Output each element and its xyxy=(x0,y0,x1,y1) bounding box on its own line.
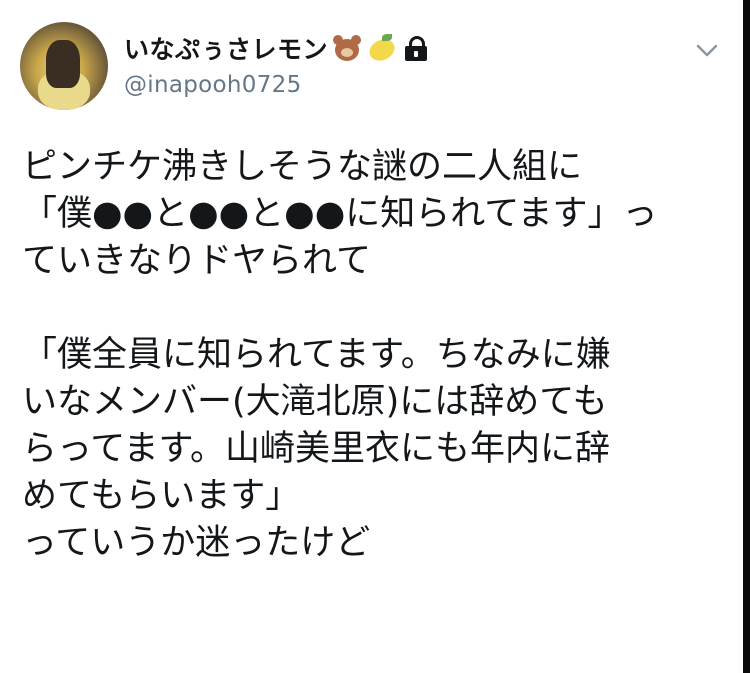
tweet-header: いなぷぅさレモン @inapooh0725 xyxy=(20,22,720,118)
tweet-line: ていきなりドヤられて xyxy=(22,241,371,281)
display-name[interactable]: いなぷぅさレモン xyxy=(124,30,328,66)
tweet-line: 「僕●●と●●と●●に知られてます」っ xyxy=(22,194,658,234)
lock-icon xyxy=(404,34,428,62)
tweet-line: 「僕全員に知られてます。ちなみに嫌 xyxy=(22,335,611,375)
user-names: いなぷぅさレモン @inapooh0725 xyxy=(124,30,428,98)
tweet-line: めてもらいます」 xyxy=(22,476,301,516)
avatar[interactable] xyxy=(20,22,108,110)
tweet-card: いなぷぅさレモン @inapooh0725 ピンチケ沸きしそうな謎の二人組に 「… xyxy=(0,0,743,673)
tweet-text: ピンチケ沸きしそうな謎の二人組に 「僕●●と●●と●●に知られてます」っ ていき… xyxy=(22,144,732,567)
chevron-down-icon[interactable] xyxy=(694,40,720,60)
lemon-icon xyxy=(366,33,399,65)
tweet-line: いなメンバー(大滝北原)には辞めても xyxy=(22,382,608,422)
tweet-line: らってます。山崎美里衣にも年内に辞 xyxy=(22,429,611,469)
tweet-line: ピンチケ沸きしそうな謎の二人組に xyxy=(22,147,583,187)
bear-icon xyxy=(332,33,362,63)
window-edge xyxy=(743,0,750,673)
user-handle[interactable]: @inapooh0725 xyxy=(124,72,428,98)
tweet-line: っていうか迷ったけど xyxy=(22,523,371,563)
display-name-row: いなぷぅさレモン xyxy=(124,30,428,66)
